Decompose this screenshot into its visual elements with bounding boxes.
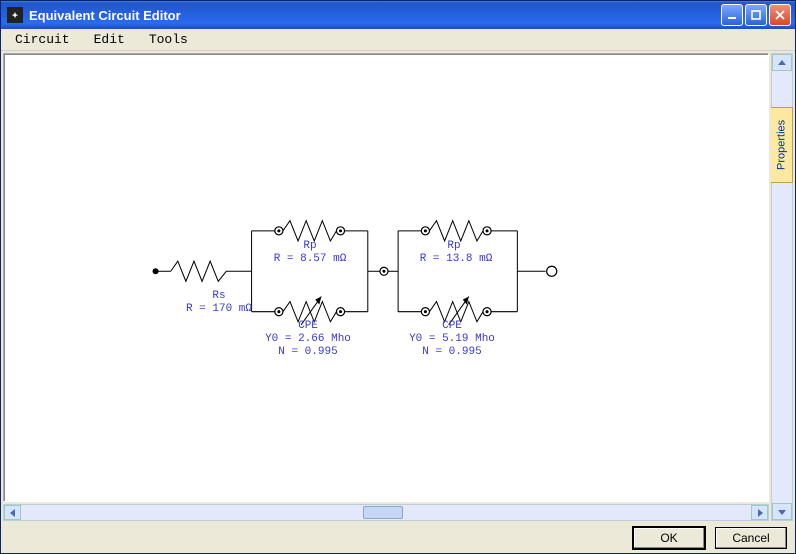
label-rp1-val: R = 8.57 mΩ xyxy=(262,253,358,265)
node-dot xyxy=(339,310,342,313)
label-cpe1-n: N = 0.995 xyxy=(272,346,344,358)
main-area: Rs R = 170 mΩ Rp R = 8.57 mΩ CPE Y0 = 2.… xyxy=(1,51,795,523)
node-dot xyxy=(424,310,427,313)
node-dot xyxy=(486,310,489,313)
label-cpe2-y0: Y0 = 5.19 Mho xyxy=(402,333,502,345)
label-cpe2-n: N = 0.995 xyxy=(416,346,488,358)
maximize-button[interactable] xyxy=(745,4,767,26)
circuit-canvas[interactable]: Rs R = 170 mΩ Rp R = 8.57 mΩ CPE Y0 = 2.… xyxy=(3,53,769,502)
scroll-right-button[interactable] xyxy=(751,505,768,520)
scroll-left-button[interactable] xyxy=(4,505,21,520)
label-rp1-name: Rp xyxy=(290,240,330,252)
label-rp2-val: R = 13.8 mΩ xyxy=(406,253,506,265)
label-cpe1-name: CPE xyxy=(288,320,328,332)
app-icon: ✦ xyxy=(7,7,23,23)
label-rs-name: Rs xyxy=(184,290,254,302)
circuit-svg xyxy=(4,54,768,502)
node-dot xyxy=(339,229,342,232)
close-button[interactable] xyxy=(769,4,791,26)
cpe2[interactable] xyxy=(429,302,483,322)
resistor-rp2[interactable] xyxy=(429,221,483,241)
resistor-rp1[interactable] xyxy=(283,221,337,241)
menu-edit[interactable]: Edit xyxy=(88,30,131,49)
scroll-down-button[interactable] xyxy=(772,503,792,520)
cancel-button[interactable]: Cancel xyxy=(715,527,787,549)
window: ✦ Equivalent Circuit Editor Circuit Edit… xyxy=(0,0,796,554)
ok-button[interactable]: OK xyxy=(633,527,705,549)
node-dot xyxy=(382,270,385,273)
scroll-thumb[interactable] xyxy=(363,506,403,519)
label-rp2-name: Rp xyxy=(434,240,474,252)
dialog-footer: OK Cancel xyxy=(1,523,795,553)
output-terminal xyxy=(547,266,557,276)
cpe1[interactable] xyxy=(283,302,337,322)
menu-tools[interactable]: Tools xyxy=(143,30,194,49)
minimize-button[interactable] xyxy=(721,4,743,26)
node-dot xyxy=(486,229,489,232)
label-cpe1-y0: Y0 = 2.66 Mho xyxy=(258,333,358,345)
titlebar[interactable]: ✦ Equivalent Circuit Editor xyxy=(1,1,795,29)
window-title: Equivalent Circuit Editor xyxy=(29,8,181,23)
label-cpe2-name: CPE xyxy=(432,320,472,332)
menu-circuit[interactable]: Circuit xyxy=(9,30,76,49)
menubar: Circuit Edit Tools xyxy=(1,29,795,51)
horizontal-scrollbar[interactable] xyxy=(3,504,769,521)
label-rs-val: R = 170 mΩ xyxy=(166,303,272,315)
resistor-rs[interactable] xyxy=(171,261,235,281)
node-dot xyxy=(277,310,280,313)
node-dot xyxy=(424,229,427,232)
node-dot xyxy=(277,229,280,232)
properties-tab[interactable]: Properties xyxy=(771,107,793,183)
scroll-up-button[interactable] xyxy=(772,54,792,71)
